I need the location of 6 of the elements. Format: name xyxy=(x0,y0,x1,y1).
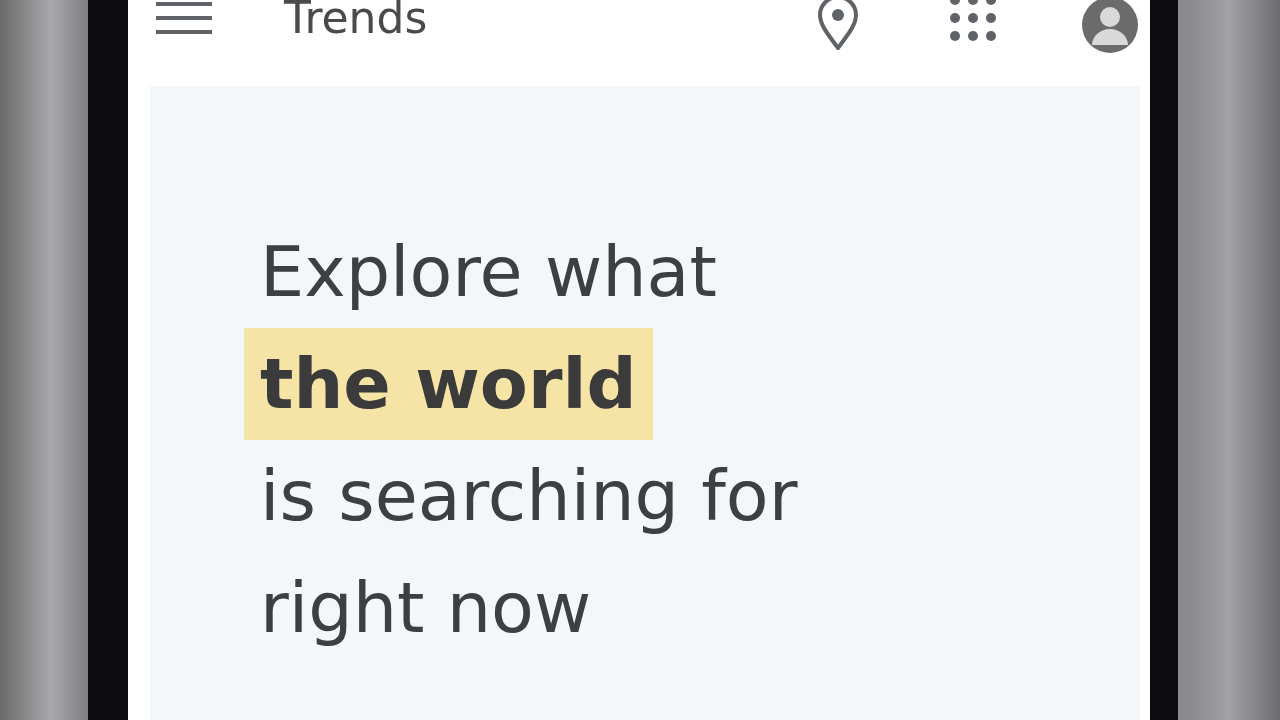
app-title: Trends xyxy=(284,0,428,40)
avatar-icon[interactable] xyxy=(1080,0,1140,55)
menu-icon[interactable] xyxy=(156,0,212,36)
apps-grid-icon[interactable] xyxy=(948,0,998,43)
location-pin-icon[interactable] xyxy=(816,0,860,50)
headline: Explore what the world is searching for right now xyxy=(244,216,814,664)
